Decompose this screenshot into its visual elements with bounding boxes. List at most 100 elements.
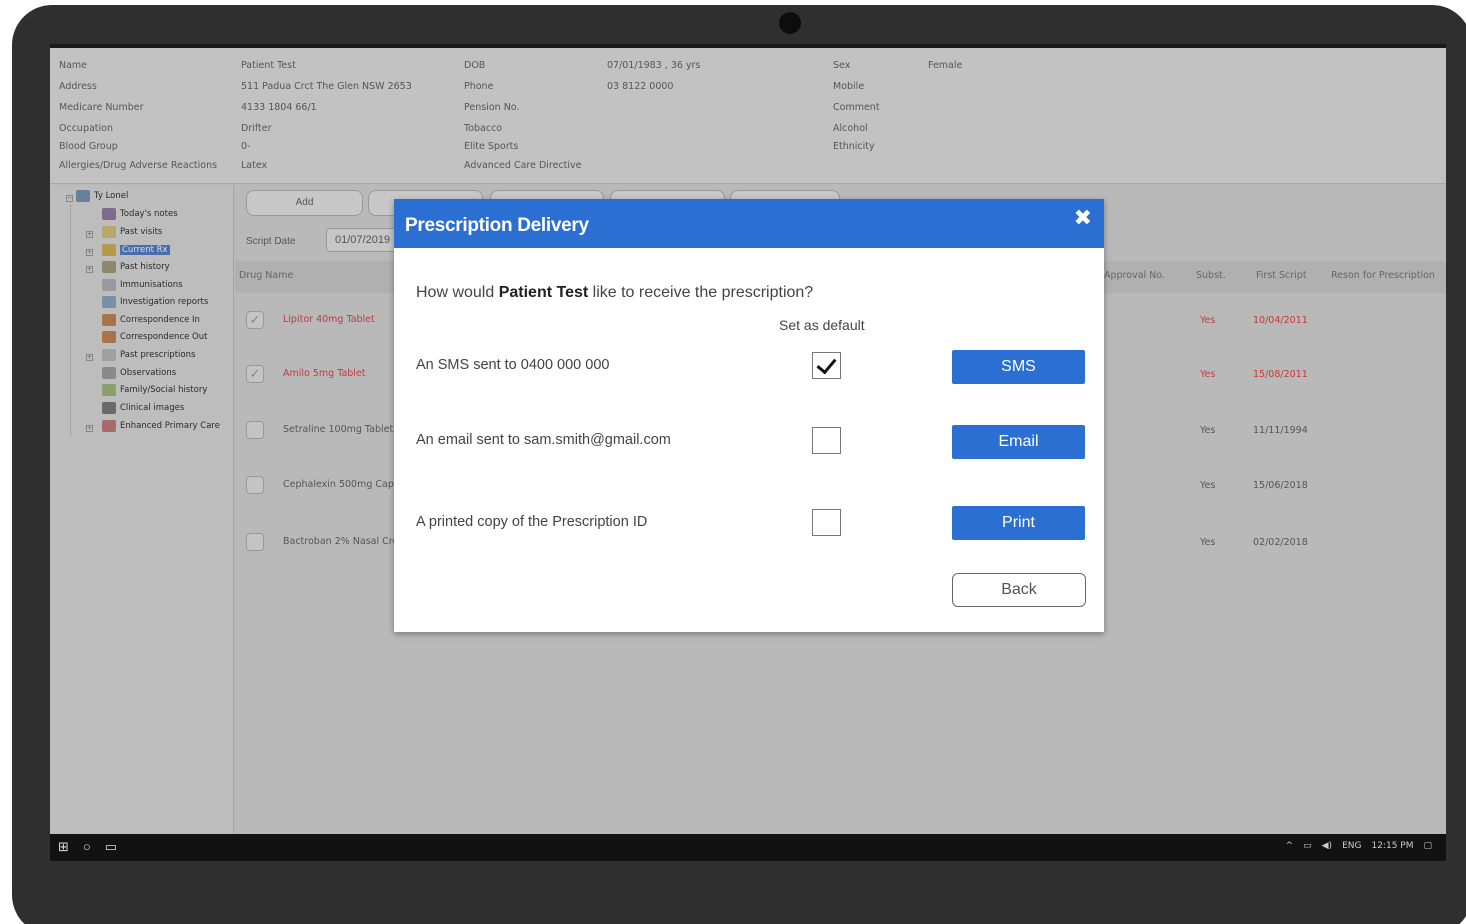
drug-subst: Yes bbox=[1200, 369, 1216, 380]
search-icon[interactable]: ○ bbox=[83, 839, 91, 855]
label-occupation: Occupation bbox=[59, 123, 113, 134]
pen-icon bbox=[102, 367, 116, 379]
label-blood-group: Blood Group bbox=[59, 141, 118, 152]
drug-name[interactable]: Setraline 100mg Tablet bbox=[283, 424, 393, 435]
drug-first-script: 10/04/2011 bbox=[1253, 315, 1308, 326]
language-indicator[interactable]: ENG bbox=[1342, 841, 1361, 851]
label-name: Name bbox=[59, 60, 88, 71]
drug-first-script: 11/11/1994 bbox=[1253, 425, 1308, 436]
tree-collapse-icon[interactable]: − bbox=[66, 195, 73, 202]
label-pension: Pension No. bbox=[464, 102, 520, 113]
column-subst: Subst. bbox=[1196, 270, 1226, 281]
value-medicare: 4133 1804 66/1 bbox=[241, 102, 317, 113]
drug-name[interactable]: Bactroban 2% Nasal Crea bbox=[283, 536, 404, 547]
patient-header: Name Patient Test Address 511 Padua Crct… bbox=[50, 48, 1446, 184]
value-allergies: Latex bbox=[241, 160, 268, 171]
value-name: Patient Test bbox=[241, 60, 296, 71]
person-icon bbox=[76, 190, 90, 202]
tree-item-correspondence-in[interactable]: Correspondence In bbox=[102, 314, 200, 326]
patient-name: Patient Test bbox=[498, 284, 589, 301]
drug-row-checkbox[interactable] bbox=[246, 533, 264, 551]
drug-row-checkbox[interactable] bbox=[246, 476, 264, 494]
sms-default-checkbox[interactable] bbox=[812, 352, 841, 379]
label-mobile: Mobile bbox=[833, 81, 865, 92]
drug-first-script: 02/02/2018 bbox=[1253, 537, 1308, 548]
tree-item-current-rx[interactable]: Current Rx bbox=[102, 244, 170, 256]
tree-item-family-social-history[interactable]: Family/Social history bbox=[102, 384, 207, 396]
tree-item-past-history[interactable]: Past history bbox=[102, 261, 170, 273]
drug-subst: Yes bbox=[1200, 537, 1216, 548]
email-option-label: An email sent to sam.smith@gmail.com bbox=[416, 432, 671, 448]
label-phone: Phone bbox=[464, 81, 494, 92]
tree-expand-icon[interactable]: + bbox=[86, 425, 93, 432]
add-button[interactable]: Add bbox=[246, 190, 363, 216]
drug-row-checkbox[interactable] bbox=[246, 421, 264, 439]
camera-icon bbox=[779, 12, 801, 34]
sms-button[interactable]: SMS bbox=[952, 350, 1085, 384]
script-date-label: Script Date bbox=[246, 236, 296, 247]
print-button[interactable]: Print bbox=[952, 506, 1085, 540]
value-blood-group: 0- bbox=[241, 141, 251, 152]
tree-item-observations[interactable]: Observations bbox=[102, 367, 176, 379]
dialog-title: Prescription Delivery bbox=[405, 215, 589, 236]
print-option-label: A printed copy of the Prescription ID bbox=[416, 514, 648, 530]
mail-out-icon bbox=[102, 331, 116, 343]
label-elite-sports: Elite Sports bbox=[464, 141, 519, 152]
tree-item-investigation-reports[interactable]: Investigation reports bbox=[102, 296, 208, 308]
windows-start-icon[interactable]: ⊞ bbox=[58, 839, 69, 855]
label-allergies: Allergies/Drug Adverse Reactions bbox=[59, 160, 218, 171]
label-ethnicity: Ethnicity bbox=[833, 141, 875, 152]
drug-subst: Yes bbox=[1200, 480, 1216, 491]
tree-item-past-prescriptions[interactable]: Past prescriptions bbox=[102, 349, 195, 361]
chevron-up-icon[interactable]: ^ bbox=[1286, 841, 1294, 851]
tree-item-correspondence-out[interactable]: Correspondence Out bbox=[102, 331, 207, 343]
volume-icon[interactable]: ◀) bbox=[1322, 841, 1332, 851]
close-icon[interactable]: ✖ bbox=[1074, 205, 1092, 231]
folder-icon bbox=[102, 226, 116, 238]
label-sex: Sex bbox=[833, 60, 851, 71]
column-first-script: First Script bbox=[1256, 270, 1307, 281]
clock[interactable]: 12:15 PM bbox=[1371, 841, 1413, 851]
care-icon bbox=[102, 420, 116, 432]
notifications-icon[interactable]: ▢ bbox=[1423, 841, 1432, 851]
drug-name[interactable]: Lipitor 40mg Tablet bbox=[283, 314, 375, 325]
record-tree: − Ty Lonel Today's notes + Past visits +… bbox=[50, 185, 234, 861]
print-default-checkbox[interactable] bbox=[812, 509, 841, 536]
mail-in-icon bbox=[102, 314, 116, 326]
email-button[interactable]: Email bbox=[952, 425, 1085, 459]
tree-item-todays-notes[interactable]: Today's notes bbox=[102, 208, 178, 220]
delivery-question: How would Patient Test like to receive t… bbox=[416, 284, 814, 301]
tree-expand-icon[interactable]: + bbox=[86, 231, 93, 238]
family-icon bbox=[102, 384, 116, 396]
drug-row-checkbox[interactable]: ✓ bbox=[246, 365, 264, 383]
label-comment: Comment bbox=[833, 102, 880, 113]
drug-subst: Yes bbox=[1200, 425, 1216, 436]
tree-expand-icon[interactable]: + bbox=[86, 354, 93, 361]
drug-first-script: 15/06/2018 bbox=[1253, 480, 1308, 491]
drug-subst: Yes bbox=[1200, 315, 1216, 326]
value-address: 511 Padua Crct The Glen NSW 2653 bbox=[241, 81, 412, 92]
task-view-icon[interactable]: ▭ bbox=[105, 839, 117, 855]
column-reason: Reson for Prescription bbox=[1331, 270, 1435, 281]
taskbar: ⊞ ○ ▭ ^ ▭ ◀) ENG 12:15 PM ▢ bbox=[50, 834, 1446, 861]
drug-name[interactable]: Cephalexin 500mg Capsu bbox=[283, 479, 405, 490]
tree-item-past-visits[interactable]: Past visits bbox=[102, 226, 162, 238]
column-approval: Approval No. bbox=[1104, 270, 1165, 281]
tree-root[interactable]: Ty Lonel bbox=[76, 190, 128, 202]
back-button[interactable]: Back bbox=[952, 573, 1086, 607]
set-as-default-label: Set as default bbox=[779, 317, 865, 333]
value-occupation: Drifter bbox=[241, 123, 272, 134]
drug-name[interactable]: Amilo 5mg Tablet bbox=[283, 368, 366, 379]
tree-item-immunisations[interactable]: Immunisations bbox=[102, 279, 183, 291]
prescription-delivery-dialog: Prescription Delivery ✖ How would Patien… bbox=[394, 199, 1104, 632]
tree-expand-icon[interactable]: + bbox=[86, 249, 93, 256]
label-advanced-care: Advanced Care Directive bbox=[464, 160, 582, 171]
tree-item-enhanced-primary-care[interactable]: Enhanced Primary Care bbox=[102, 420, 220, 432]
value-phone: 03 8122 0000 bbox=[607, 81, 674, 92]
network-icon[interactable]: ▭ bbox=[1303, 841, 1312, 851]
drug-row-checkbox[interactable]: ✓ bbox=[246, 311, 264, 329]
label-address: Address bbox=[59, 81, 97, 92]
tree-item-clinical-images[interactable]: Clinical images bbox=[102, 402, 184, 414]
tree-expand-icon[interactable]: + bbox=[86, 266, 93, 273]
email-default-checkbox[interactable] bbox=[812, 427, 841, 454]
